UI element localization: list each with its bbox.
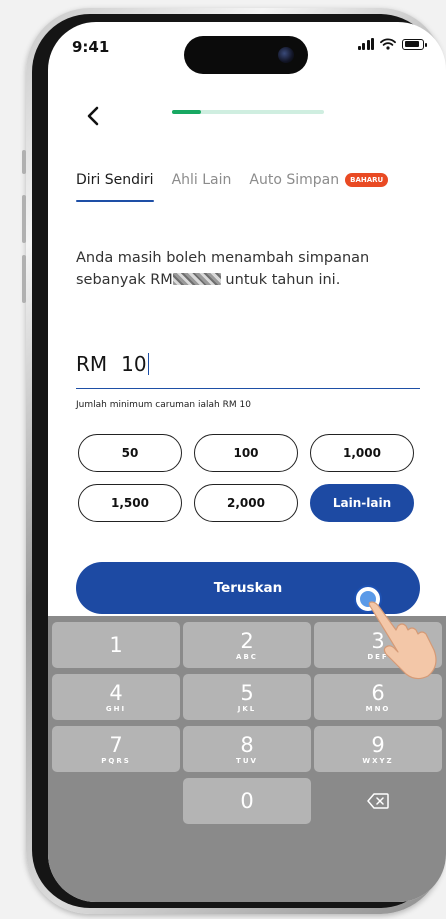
key-4[interactable]: 4 GHI [52, 674, 180, 720]
wifi-icon [380, 38, 396, 50]
contribution-limit-text: Anda masih boleh menambah simpanan seban… [76, 250, 370, 288]
cellular-signal-icon [357, 38, 374, 50]
dynamic-island [184, 36, 308, 74]
amount-input[interactable]: RM 10 [76, 352, 150, 376]
key-6[interactable]: 6 MNO [314, 674, 442, 720]
amount-chip-50[interactable]: 50 [78, 434, 182, 472]
amount-input-underline [76, 388, 420, 389]
masked-amount [172, 273, 221, 285]
step-progress-fill [172, 110, 201, 114]
status-icons [357, 38, 427, 50]
backspace-key[interactable] [314, 778, 442, 824]
phone-screen: 9:41 Diri Sendiri Ahli Lain Auto Simpan B… [48, 22, 446, 902]
key-5[interactable]: 5 JKL [183, 674, 311, 720]
phone-volume-up-button [22, 195, 26, 243]
tab-auto-simpan[interactable]: Auto Simpan BAHARU [249, 172, 389, 202]
key-0[interactable]: 0 [183, 778, 311, 824]
key-9[interactable]: 9 WXYZ [314, 726, 442, 772]
amount-chip-1500[interactable]: 1,500 [78, 484, 182, 522]
step-progress-bar [172, 110, 324, 114]
key-7[interactable]: 7 PQRS [52, 726, 180, 772]
tab-diri-sendiri[interactable]: Diri Sendiri [76, 172, 154, 202]
key-1[interactable]: 1 [52, 622, 180, 668]
amount-value: 10 [121, 352, 147, 376]
backspace-icon [367, 793, 389, 809]
battery-icon [402, 38, 427, 50]
chevron-left-icon[interactable] [82, 104, 106, 128]
key-8[interactable]: 8 TUV [183, 726, 311, 772]
tab-bar: Diri Sendiri Ahli Lain Auto Simpan BAHARU [76, 172, 406, 202]
amount-chip-1000[interactable]: 1,000 [310, 434, 414, 472]
phone-side-button [22, 150, 26, 174]
currency-label: RM [76, 352, 108, 376]
camera-icon [278, 47, 294, 63]
new-badge: BAHARU [345, 173, 389, 187]
status-time: 9:41 [72, 38, 110, 56]
tab-ahli-lain[interactable]: Ahli Lain [172, 172, 232, 202]
key-2[interactable]: 2 ABC [183, 622, 311, 668]
amount-chip-other[interactable]: Lain-lain [310, 484, 414, 522]
phone-volume-down-button [22, 255, 26, 303]
amount-chip-100[interactable]: 100 [194, 434, 298, 472]
amount-chip-2000[interactable]: 2,000 [194, 484, 298, 522]
text-caret [147, 353, 150, 375]
pointing-hand-icon [368, 601, 437, 680]
minimum-contribution-note: Jumlah minimum caruman ialah RM 10 [76, 400, 251, 410]
